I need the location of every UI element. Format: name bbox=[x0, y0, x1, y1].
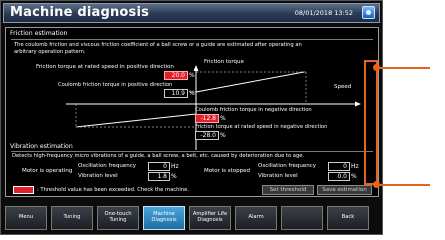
callout-line-bottom bbox=[378, 184, 430, 186]
vibration-description: Detects high-frequency micro vibrations … bbox=[12, 153, 305, 159]
op-vib-label: Vibration level bbox=[78, 173, 118, 179]
pos-rated-value: 20.0 bbox=[164, 71, 188, 80]
torque-axis-label: Friction torque bbox=[204, 59, 244, 65]
threshold-note: : Threshold value has been exceeded. Che… bbox=[37, 187, 189, 193]
diagnosis-panel: Friction estimation The coulomb friction… bbox=[5, 27, 379, 197]
nav-machine-diagnosis[interactable]: Machine Diagnosis bbox=[143, 206, 185, 230]
callout-bracket bbox=[364, 60, 378, 185]
motor-stopped-label: Motor is stopped bbox=[204, 168, 251, 174]
nav-amplifier-life-diagnosis[interactable]: Amplifier Life Diagnosis bbox=[189, 206, 231, 230]
op-vib-unit: % bbox=[171, 173, 177, 180]
pos-rated-unit: % bbox=[189, 72, 195, 79]
nav-tuning[interactable]: Tuning bbox=[51, 206, 93, 230]
neg-coulomb-unit: % bbox=[220, 115, 226, 122]
callout-dot-top bbox=[373, 64, 380, 71]
op-osc-label: Oscillation frequency bbox=[78, 163, 137, 169]
vibration-heading: Vibration estimation bbox=[10, 143, 73, 150]
title-bar: Machine diagnosis 08/01/2018 13:52 bbox=[3, 3, 380, 23]
nav-menu[interactable]: Menu bbox=[5, 206, 47, 230]
st-osc-unit: Hz bbox=[351, 163, 359, 170]
neg-coulomb-value: -12.8 bbox=[195, 114, 219, 123]
nav-one-touch-tuning[interactable]: One-touch Tuning bbox=[97, 206, 139, 230]
st-osc-label: Oscillation frequency bbox=[258, 163, 317, 169]
torque-axis-arrow bbox=[193, 65, 199, 71]
speed-axis-label: Speed bbox=[334, 84, 352, 90]
neg-rated-unit: % bbox=[220, 132, 226, 139]
bottom-navigation: Menu Tuning One-touch Tuning Machine Dia… bbox=[3, 206, 380, 232]
set-threshold-button[interactable]: Set threshold bbox=[262, 185, 314, 195]
st-vib-value: 0.0 bbox=[328, 172, 350, 181]
threshold-legend-swatch bbox=[13, 186, 34, 194]
datetime-display: 08/01/2018 13:52 bbox=[294, 9, 353, 17]
callout-line-top bbox=[378, 67, 430, 69]
vibration-divider bbox=[11, 151, 373, 152]
pos-coulomb-label: Coulomb friction torque in positive dire… bbox=[58, 82, 173, 88]
neg-coulomb-label: Coulomb friction torque in negative dire… bbox=[195, 107, 312, 113]
callout-dot-bottom bbox=[373, 181, 380, 188]
hmi-screen: Machine diagnosis 08/01/2018 13:52 Frict… bbox=[0, 0, 383, 235]
neg-rated-label: Friction torque at rated speed in negati… bbox=[195, 124, 328, 130]
op-osc-unit: Hz bbox=[171, 163, 179, 170]
op-vib-value: 1.8 bbox=[148, 172, 170, 181]
pos-rated-label: Friction torque at rated speed in positi… bbox=[36, 64, 174, 70]
speed-axis-arrow bbox=[355, 101, 361, 107]
system-status-icon[interactable] bbox=[362, 6, 375, 19]
nav-back[interactable]: Back bbox=[327, 206, 369, 230]
positive-friction-line bbox=[195, 71, 305, 93]
st-vib-label: Vibration level bbox=[258, 173, 298, 179]
op-osc-value: 0 bbox=[148, 162, 170, 171]
nav-alarm[interactable]: Alarm bbox=[235, 206, 277, 230]
motor-operating-label: Motor is operating bbox=[22, 168, 73, 174]
st-osc-value: 0 bbox=[328, 162, 350, 171]
nav-blank[interactable] bbox=[281, 206, 323, 230]
pos-coulomb-unit: % bbox=[189, 90, 195, 97]
save-estimation-button[interactable]: Save estimation bbox=[317, 185, 372, 195]
negative-friction-line bbox=[75, 113, 197, 128]
page-title: Machine diagnosis bbox=[10, 5, 150, 20]
st-vib-unit: % bbox=[351, 173, 357, 180]
pos-coulomb-value: 10.9 bbox=[164, 89, 188, 98]
neg-rated-value: -28.0 bbox=[195, 131, 219, 140]
